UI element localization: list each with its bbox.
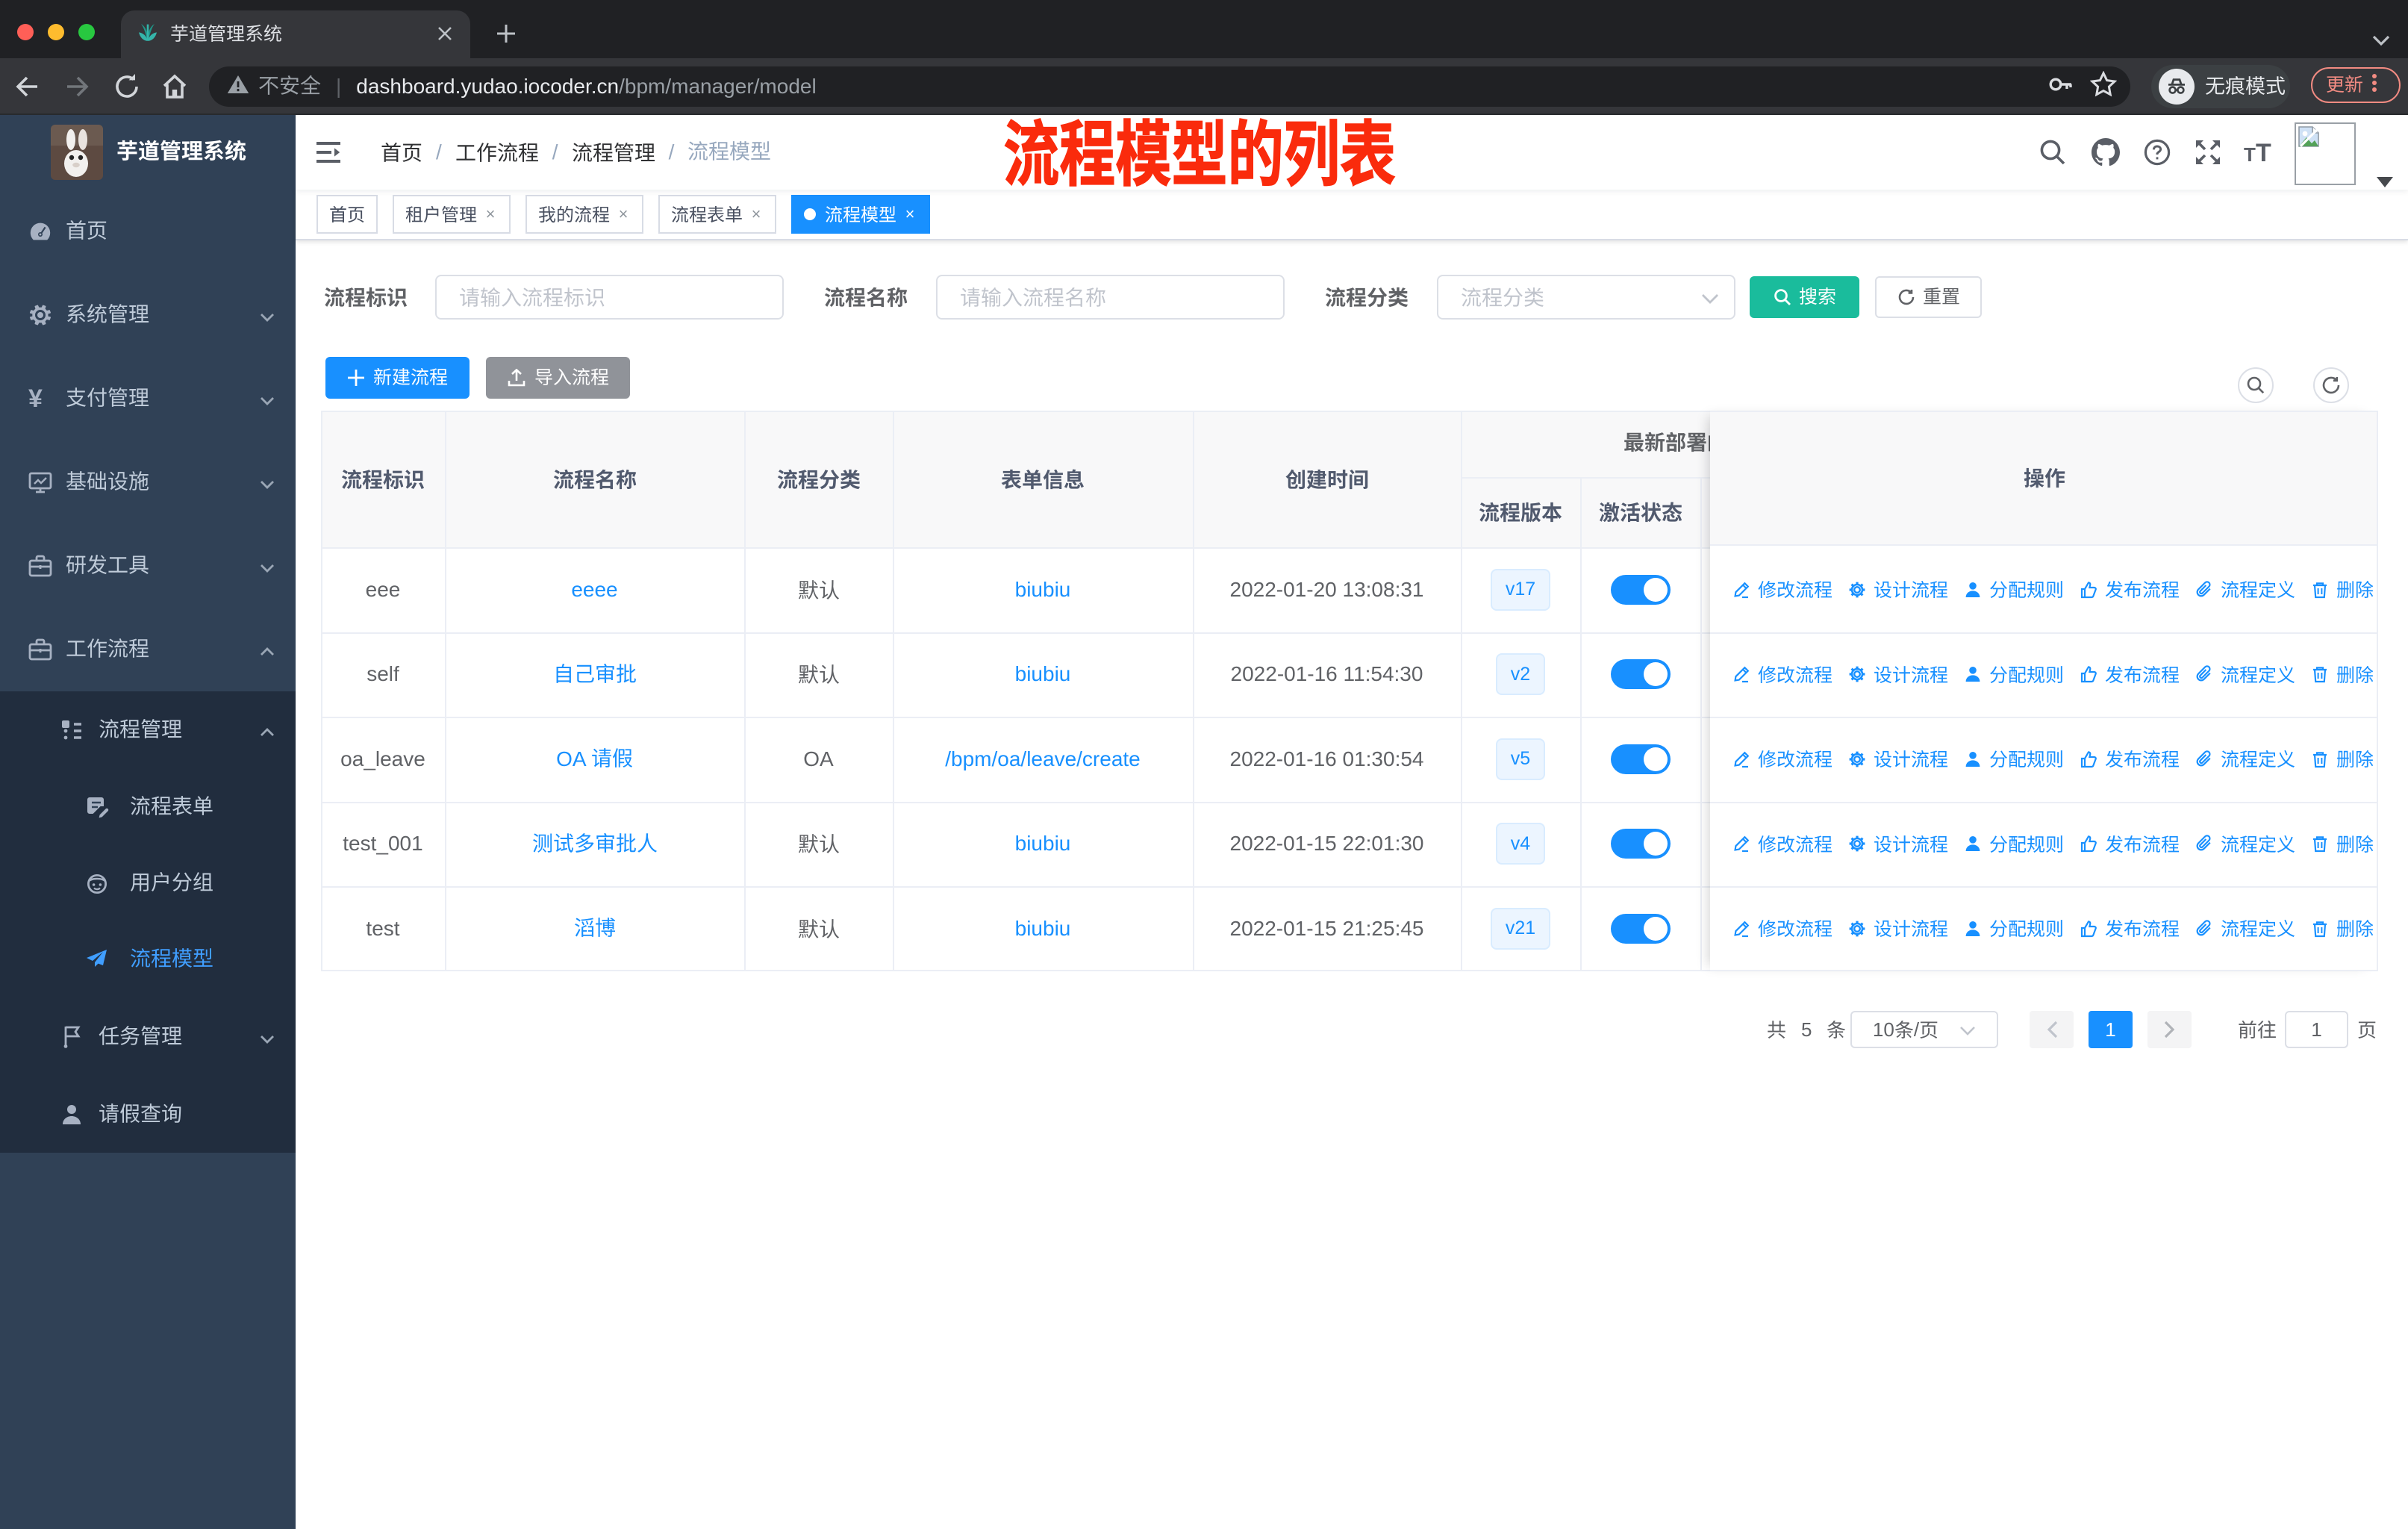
svg-text:T: T	[2244, 143, 2256, 164]
svg-text:T: T	[2256, 140, 2271, 164]
